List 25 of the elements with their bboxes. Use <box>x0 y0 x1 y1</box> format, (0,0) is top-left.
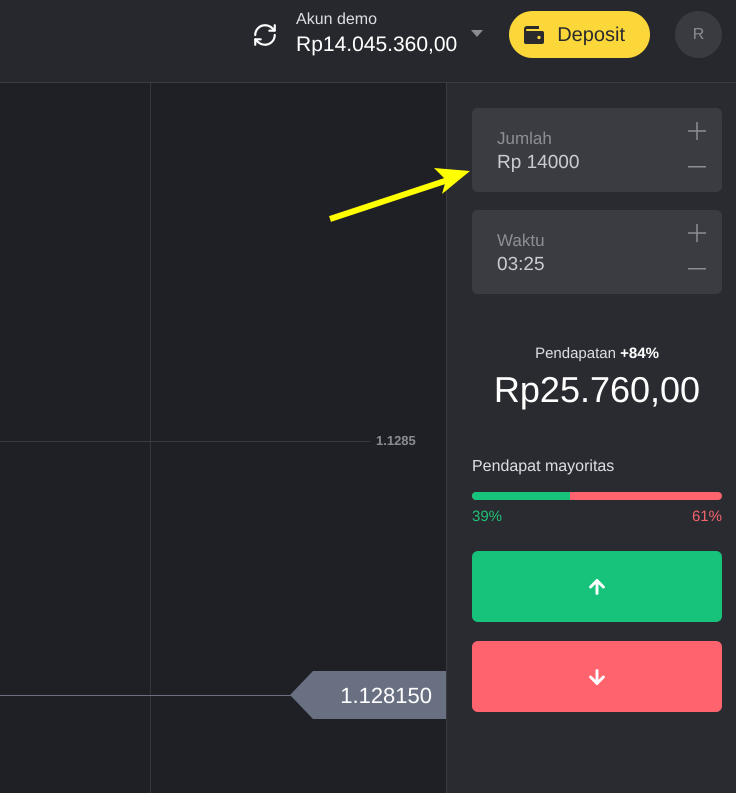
payout-amount: Rp25.760,00 <box>494 370 700 410</box>
minus-icon <box>688 268 706 270</box>
price-axis-label: 1.1285 <box>376 432 416 450</box>
account-label: Akun demo <box>296 10 378 30</box>
majority-label: Pendapat mayoritas <box>472 457 616 477</box>
plus-icon <box>688 122 706 140</box>
payout-label: Pendapatan +84% <box>535 344 659 364</box>
up-percentage: 39% <box>472 507 502 527</box>
increase-button[interactable] <box>688 224 706 242</box>
field-value: 03:25 <box>497 253 545 277</box>
wallet-icon <box>524 26 544 44</box>
input-field[interactable]: Jumlah Rp 14000 <box>472 108 722 192</box>
minus-icon <box>688 166 706 168</box>
field-label: Waktu <box>497 230 545 252</box>
field-label: Jumlah <box>497 128 553 150</box>
input-field[interactable]: Waktu 03:25 <box>472 210 722 294</box>
account-balance: Rp14.045.360,00 <box>296 32 458 58</box>
refresh-icon[interactable] <box>252 22 278 48</box>
down-percentage: 61% <box>692 507 722 527</box>
plus-icon <box>688 224 706 242</box>
increase-button[interactable] <box>688 122 706 140</box>
deposit-button[interactable]: Deposit <box>509 11 650 58</box>
field-value: Rp 14000 <box>497 151 580 175</box>
caret-icon[interactable] <box>471 30 484 37</box>
price-tag: 1.128150 <box>290 671 446 719</box>
